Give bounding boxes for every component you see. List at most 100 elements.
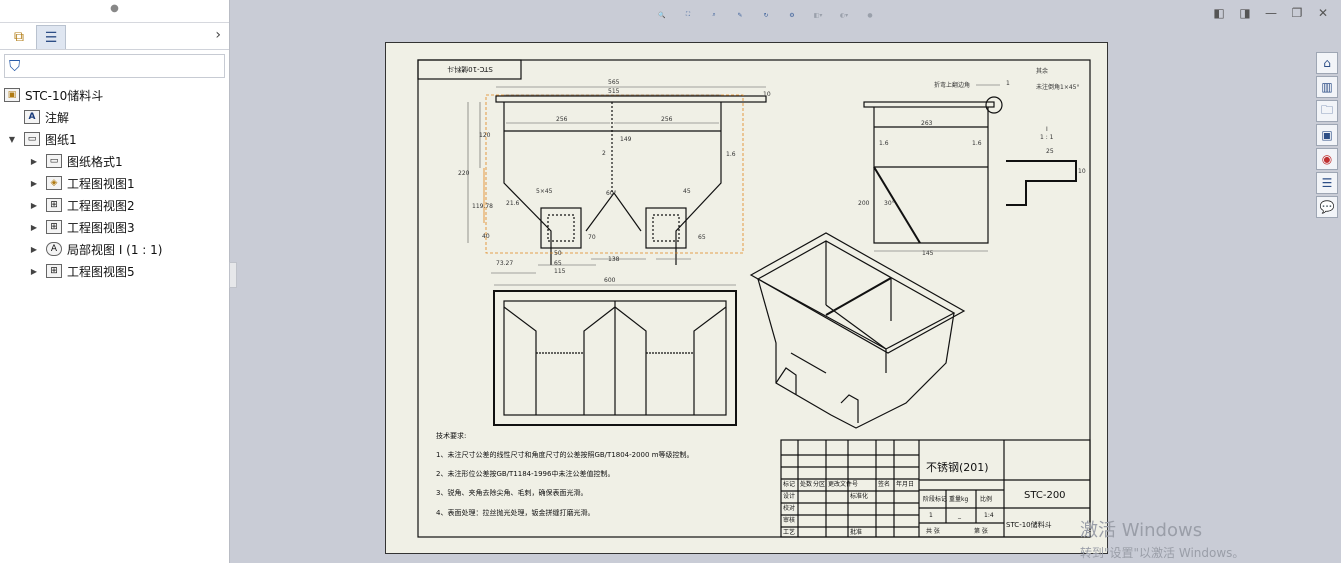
hide-show-icon[interactable]: ◐▾ xyxy=(834,5,854,25)
tree-item-view2[interactable]: ▶ ⊞ 工程图视图2 xyxy=(0,194,229,216)
chevron-right-icon[interactable]: › xyxy=(215,27,221,43)
zoom-area-icon[interactable]: ⛶ xyxy=(678,5,698,25)
heads-up-toolbar: 🔍 ⛶ ⌕ ✎ ↻ ⚙ ◧▾ ◐▾ ● xyxy=(652,5,880,27)
appearances-icon[interactable]: ◉ xyxy=(1316,148,1338,170)
panel-splitter[interactable] xyxy=(229,262,237,288)
tree-sheet[interactable]: ▼ ▭ 图纸1 xyxy=(0,128,229,150)
expand-arrow-icon[interactable]: ▶ xyxy=(28,267,40,276)
home-icon[interactable]: ⌂ xyxy=(1316,52,1338,74)
dash-value: _ xyxy=(957,512,962,519)
tree-item-view1[interactable]: ▶ ◈ 工程图视图1 xyxy=(0,172,229,194)
tree-item-detail-view[interactable]: ▶ A 局部视图 I (1 : 1) xyxy=(0,238,229,260)
title-block-header: 分区 xyxy=(813,480,825,488)
sheet-format-icon: ▭ xyxy=(46,154,62,168)
tree-annotations[interactable]: A 注解 xyxy=(0,106,229,128)
tree-root[interactable]: ▣ STC-10储料斗 xyxy=(0,84,229,106)
zoom-in-out-icon[interactable]: ⌕ xyxy=(704,5,724,25)
tree-item-sheet-format[interactable]: ▶ ▭ 图纸格式1 xyxy=(0,150,229,172)
expand-arrow-icon[interactable]: ▶ xyxy=(28,179,40,188)
restore-icon[interactable]: ❐ xyxy=(1289,6,1305,20)
dim-label: 70 xyxy=(588,234,596,241)
tree-item-label: 工程图视图2 xyxy=(67,198,135,213)
collapse-arrow-icon[interactable]: ▼ xyxy=(6,135,18,144)
tree-item-label: 工程图视图1 xyxy=(67,176,135,191)
front-view[interactable]: 565 515 10 256 256 120 149 2 1.6 220 5×4… xyxy=(458,79,771,275)
expand-arrow-icon[interactable]: ▶ xyxy=(28,157,40,166)
expand-arrow-icon[interactable]: ▶ xyxy=(28,223,40,232)
panel-tabs: ⧉ ☰ › xyxy=(0,23,229,50)
feature-manager-panel: ● ⧉ ☰ › ⛉ ▣ STC-10储料斗 A 注解 ▼ ▭ 图纸1 ▶ ▭ 图… xyxy=(0,0,230,563)
callout-label: 折弯上翻边角 xyxy=(934,81,970,89)
design-library-icon[interactable]: ▥ xyxy=(1316,76,1338,98)
rotated-drawing-label: STC-10储料斗 xyxy=(447,65,493,74)
drawing-number: STC-200 xyxy=(1024,490,1066,501)
zoom-to-fit-icon[interactable]: 🔍 xyxy=(652,5,672,25)
tree-item-label: 工程图视图5 xyxy=(67,264,135,279)
view-settings-icon[interactable]: ⚙ xyxy=(782,5,802,25)
title-block-std: 标准化 xyxy=(850,492,868,500)
dim-label: 600 xyxy=(604,277,616,284)
dim-label: 60° xyxy=(606,190,617,197)
tech-note-1: 1、未注尺寸公差的线性尺寸和角度尺寸的公差按照GB/T1804-2000 m等级… xyxy=(436,450,694,459)
feature-tree-icon: ⧉ xyxy=(14,29,24,45)
minimize-icon[interactable]: — xyxy=(1263,6,1279,20)
isometric-view[interactable] xyxy=(749,232,966,429)
rotate-icon[interactable]: ↻ xyxy=(756,5,776,25)
tree-item-label: 图纸格式1 xyxy=(67,154,123,169)
dim-label: 515 xyxy=(608,88,620,95)
panel-right-icon[interactable]: ◨ xyxy=(1237,6,1253,20)
detail-view[interactable]: I 1 : 1 25 10 xyxy=(1006,126,1086,206)
drawing-icon: ▣ xyxy=(4,88,20,102)
dim-label: 120 xyxy=(479,132,491,139)
property-list-tab[interactable]: ☰ xyxy=(36,25,66,49)
title-block-row: 设计 xyxy=(783,492,795,500)
tech-note-2: 2、未注形位公差按GB/T1184-1996中未注公差值控制。 xyxy=(436,469,614,478)
sheet-index: 第 张 xyxy=(974,527,988,535)
title-block-row: 校对 xyxy=(783,504,795,512)
tech-note-3: 3、锐角、夹角去除尖角、毛刺，确保表面光滑。 xyxy=(436,488,587,497)
dim-label: 25 xyxy=(1046,148,1054,155)
view-palette-icon[interactable]: ▣ xyxy=(1316,124,1338,146)
chamfer-note: 未注倒角1×45° xyxy=(1036,83,1079,91)
tree-sheet-label: 图纸1 xyxy=(45,132,77,147)
close-icon[interactable]: ✕ xyxy=(1315,6,1331,20)
tree-item-view3[interactable]: ▶ ⊞ 工程图视图3 xyxy=(0,216,229,238)
title-block-row: 标记 xyxy=(783,480,795,488)
detail-marker: 1 xyxy=(1006,80,1010,87)
forum-icon[interactable]: 💬 xyxy=(1316,196,1338,218)
tree-item-label: 局部视图 I (1 : 1) xyxy=(67,242,163,257)
dim-label: 149 xyxy=(620,136,632,143)
top-view[interactable]: 600 xyxy=(493,277,737,426)
property-list-icon: ☰ xyxy=(44,29,58,46)
drawing-sheet[interactable]: .ol { stroke:#111; stroke-width:1.2; fil… xyxy=(385,42,1108,554)
appearance-icon[interactable]: ● xyxy=(860,5,880,25)
filter-icon: ⛉ xyxy=(9,57,21,75)
sketch-icon[interactable]: ✎ xyxy=(730,5,750,25)
display-style-icon[interactable]: ◧▾ xyxy=(808,5,828,25)
scale-label: 比例 xyxy=(980,495,992,503)
expand-arrow-icon[interactable]: ▶ xyxy=(28,201,40,210)
dim-label: 220 xyxy=(458,170,470,177)
detail-label: I xyxy=(1046,126,1048,133)
tree-item-view5[interactable]: ▶ ⊞ 工程图视图5 xyxy=(0,260,229,282)
window-controls: ◧ ◨ — ❐ ✕ xyxy=(1211,6,1331,20)
dim-label: 138 xyxy=(608,256,620,263)
dim-label: 1.6 xyxy=(972,140,982,147)
custom-properties-icon[interactable]: ☰ xyxy=(1316,172,1338,194)
tech-note-4: 4、表面处理：拉丝抛光处理，钣金拼缝打磨光滑。 xyxy=(436,508,594,517)
scale-value: 1:4 xyxy=(984,512,994,519)
expand-arrow-icon[interactable]: ▶ xyxy=(28,245,40,254)
side-view[interactable]: 折弯上翻边角 1 263 200 30° 145 1.6 1.6 xyxy=(858,80,1010,257)
panel-grip[interactable]: ● xyxy=(0,0,229,23)
dim-label: 45 xyxy=(683,188,691,195)
dim-label: 200 xyxy=(858,200,870,207)
technical-notes: 技术要求: 1、未注尺寸公差的线性尺寸和角度尺寸的公差按照GB/T1804-20… xyxy=(436,431,694,517)
panel-left-icon[interactable]: ◧ xyxy=(1211,6,1227,20)
dim-label: 263 xyxy=(921,120,933,127)
tech-title: 技术要求: xyxy=(436,431,466,440)
filter-box[interactable]: ⛉ xyxy=(4,54,225,78)
dim-label: 256 xyxy=(556,116,568,123)
roughness-note: 其余 xyxy=(1036,67,1048,75)
feature-tree-tab[interactable]: ⧉ xyxy=(4,25,34,49)
file-explorer-icon[interactable]: 🗀 xyxy=(1316,100,1338,122)
